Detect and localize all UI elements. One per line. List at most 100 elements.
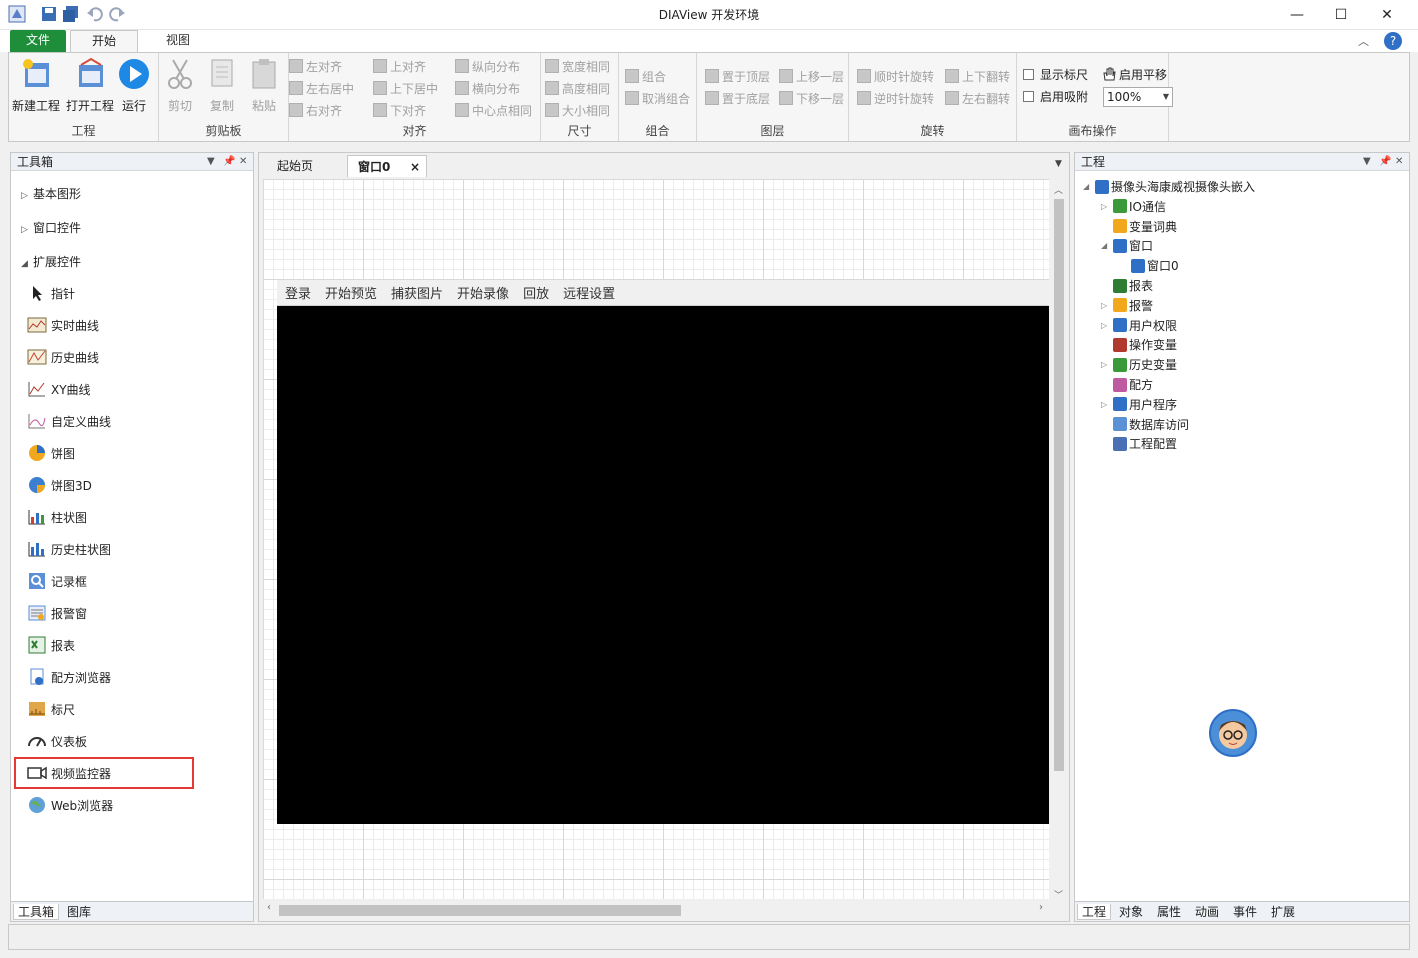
new-project-button[interactable]: 新建工程 (9, 57, 63, 113)
tab-toolbox[interactable]: 工具箱 (13, 904, 60, 920)
rotate-ccw-button[interactable]: 逆时针旋转 (857, 89, 934, 107)
menu-start-preview[interactable]: 开始预览 (325, 283, 377, 302)
pin-icon[interactable]: 📌 (223, 153, 235, 171)
collapse-ribbon-icon[interactable]: ︿ (1358, 33, 1369, 49)
tree-item[interactable]: ◢ 摄像头海康威视摄像头嵌入 (1083, 177, 1255, 196)
close-tab-icon[interactable]: × (410, 156, 420, 178)
align-top-button[interactable]: 上对齐 (373, 57, 426, 75)
tab-animation[interactable]: 动画 (1191, 904, 1223, 920)
expand-arrow-icon[interactable]: ▷ (1101, 400, 1113, 409)
tree-item[interactable]: ▷ 用户程序 (1101, 395, 1177, 414)
tool-history-curve[interactable]: 历史曲线 (27, 346, 99, 368)
move-up-button[interactable]: 上移一层 (779, 67, 844, 85)
horizontal-scrollbar[interactable]: ‹ › (263, 901, 1049, 919)
assistant-avatar[interactable] (1209, 709, 1257, 757)
bring-to-front-button[interactable]: 置于顶层 (705, 67, 770, 85)
scroll-left-icon[interactable]: ‹ (267, 902, 271, 913)
tree-item[interactable]: 窗口0 (1119, 256, 1179, 275)
tab-objects[interactable]: 对象 (1115, 904, 1147, 920)
tab-project[interactable]: 工程 (1077, 904, 1112, 920)
tab-view[interactable]: 视图 (150, 30, 206, 52)
distribute-vertical-button[interactable]: 纵向分布 (455, 57, 520, 75)
menu-start-recording[interactable]: 开始录像 (457, 283, 509, 302)
zoom-select[interactable]: 100% ▼ (1103, 87, 1173, 107)
scroll-thumb[interactable] (1054, 199, 1064, 771)
same-size-button[interactable]: 大小相同 (545, 101, 610, 119)
distribute-horizontal-button[interactable]: 横向分布 (455, 79, 520, 97)
paste-button[interactable]: 粘贴 (243, 57, 285, 113)
tab-list-dropdown-icon[interactable]: ▼ (1055, 159, 1062, 169)
tool-dashboard[interactable]: 仪表板 (27, 730, 87, 752)
cut-button[interactable]: 剪切 (159, 57, 201, 113)
expand-arrow-icon[interactable]: ▷ (1101, 360, 1113, 369)
tool-pie-chart-3d[interactable]: 饼图3D (27, 474, 92, 496)
same-width-button[interactable]: 宽度相同 (545, 57, 610, 75)
flip-horizontal-button[interactable]: 左右翻转 (945, 89, 1010, 107)
rotate-cw-button[interactable]: 顺时针旋转 (857, 67, 934, 85)
menu-playback[interactable]: 回放 (523, 283, 549, 302)
align-hcenter-button[interactable]: 左右居中 (289, 79, 354, 97)
expand-arrow-icon[interactable]: ◢ (1101, 241, 1113, 250)
tree-item[interactable]: 数据库访问 (1101, 415, 1189, 434)
expand-arrow-icon[interactable]: ▷ (1101, 301, 1113, 310)
ungroup-button[interactable]: 取消组合 (625, 89, 690, 107)
run-button[interactable]: 运行 (109, 57, 159, 113)
send-to-back-button[interactable]: 置于底层 (705, 89, 770, 107)
menu-remote-settings[interactable]: 远程设置 (563, 283, 615, 302)
menu-login[interactable]: 登录 (285, 283, 311, 302)
help-icon[interactable]: ? (1384, 32, 1402, 50)
category-extended-controls[interactable]: ◢ 扩展控件 (21, 253, 81, 270)
same-center-button[interactable]: 中心点相同 (455, 101, 532, 119)
align-right-button[interactable]: 右对齐 (289, 101, 342, 119)
scroll-up-icon[interactable]: ︿ (1054, 183, 1063, 196)
scroll-down-icon[interactable]: ﹀ (1054, 888, 1063, 901)
tool-pie-chart[interactable]: 饼图 (27, 442, 75, 464)
expand-arrow-icon[interactable]: ▷ (1101, 202, 1113, 211)
minimize-button[interactable]: — (1274, 0, 1320, 30)
tab-file[interactable]: 文件 (10, 30, 66, 52)
vertical-scrollbar[interactable]: ︿ ﹀ (1051, 181, 1067, 903)
tool-realtime-curve[interactable]: 实时曲线 (27, 314, 99, 336)
close-icon[interactable]: ✕ (239, 153, 247, 171)
group-button[interactable]: 组合 (625, 67, 666, 85)
dropdown-icon[interactable]: ▼ (207, 153, 215, 171)
tool-history-bar-chart[interactable]: 历史柱状图 (27, 538, 111, 560)
tab-home[interactable]: 开始 (70, 30, 138, 52)
category-window-controls[interactable]: ▷ 窗口控件 (21, 219, 81, 236)
tree-item[interactable]: ◢ 窗口 (1101, 236, 1153, 255)
tool-web-browser[interactable]: Web浏览器 (27, 794, 113, 816)
design-canvas[interactable]: 登录 开始预览 捕获图片 开始录像 回放 远程设置 (263, 179, 1049, 899)
tool-record-box[interactable]: 记录框 (27, 570, 87, 592)
tree-item[interactable]: ▷ IO通信 (1101, 197, 1166, 216)
expand-arrow-icon[interactable]: ◢ (1083, 182, 1095, 191)
pin-icon[interactable]: 📌 (1379, 153, 1391, 171)
tree-item[interactable]: 配方 (1101, 375, 1153, 394)
tree-item[interactable]: 报表 (1101, 276, 1153, 295)
flip-vertical-button[interactable]: 上下翻转 (945, 67, 1010, 85)
expand-arrow-icon[interactable]: ▷ (1101, 321, 1113, 330)
same-height-button[interactable]: 高度相同 (545, 79, 610, 97)
close-icon[interactable]: ✕ (1395, 153, 1403, 171)
dropdown-icon[interactable]: ▼ (1363, 153, 1371, 171)
align-vcenter-button[interactable]: 上下居中 (373, 79, 438, 97)
align-left-button[interactable]: 左对齐 (289, 57, 342, 75)
menu-capture-image[interactable]: 捕获图片 (391, 283, 443, 302)
tool-xy-curve[interactable]: XY曲线 (27, 378, 91, 400)
tool-alarm-window[interactable]: 报警窗 (27, 602, 87, 624)
video-monitor-control[interactable]: 登录 开始预览 捕获图片 开始录像 回放 远程设置 (277, 280, 1049, 824)
tool-custom-curve[interactable]: 自定义曲线 (27, 410, 111, 432)
tree-item[interactable]: ▷ 报警 (1101, 296, 1153, 315)
tool-report[interactable]: 报表 (27, 634, 75, 656)
show-ruler-checkbox[interactable]: 显示标尺 (1023, 65, 1088, 83)
tree-item[interactable]: 操作变量 (1101, 335, 1177, 354)
scroll-right-icon[interactable]: › (1039, 902, 1043, 913)
tab-window0[interactable]: 窗口0 × (347, 155, 427, 177)
tool-ruler[interactable]: 标尺 (27, 698, 75, 720)
tree-item[interactable]: 工程配置 (1101, 434, 1177, 453)
tab-extensions[interactable]: 扩展 (1267, 904, 1299, 920)
align-bottom-button[interactable]: 下对齐 (373, 101, 426, 119)
close-button[interactable]: ✕ (1364, 0, 1410, 30)
tab-events[interactable]: 事件 (1229, 904, 1261, 920)
category-basic-shapes[interactable]: ▷ 基本图形 (21, 185, 81, 202)
tree-item[interactable]: ▷ 历史变量 (1101, 355, 1177, 374)
